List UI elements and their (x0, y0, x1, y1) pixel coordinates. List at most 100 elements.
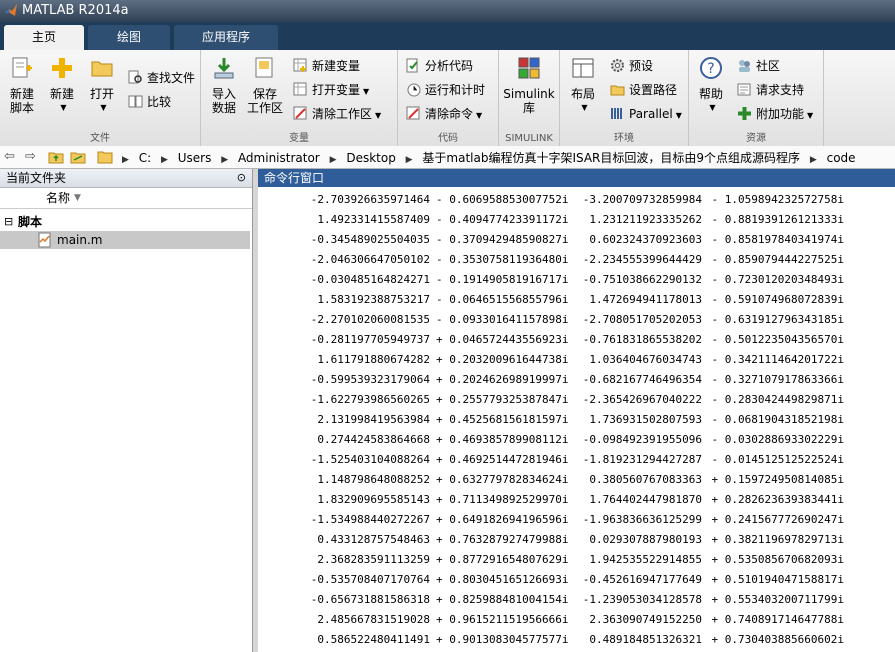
title-bar: MATLAB R2014a (0, 0, 895, 22)
output-line: 2.368283591113259 + 0.877291654807629i 1.9… (258, 550, 895, 570)
chevron-down-icon[interactable]: ▼ (676, 111, 682, 120)
output-line: -0.030485164824271 - 0.191490581916717i -0… (258, 270, 895, 290)
real-part: -2.234555399644429 (582, 253, 702, 266)
save-workspace-button[interactable]: 保存 工作区 (247, 56, 283, 115)
real-part: 1.472694941178013 (589, 293, 702, 306)
compare-button[interactable]: 比较 (128, 92, 171, 112)
real-part: -1.963836636125299 (582, 513, 702, 526)
forward-arrow-icon[interactable]: ⇨ (25, 149, 36, 164)
find-files-button[interactable]: 查找文件 (128, 68, 195, 88)
chevron-down-icon[interactable]: ▼ (476, 111, 482, 120)
chevron-down-icon[interactable]: ▼ (807, 111, 813, 120)
community-button[interactable]: 社区 (737, 56, 780, 76)
collapse-icon[interactable]: ⊟ (4, 213, 13, 231)
import-data-button[interactable]: 导入 数据 (209, 56, 239, 115)
imag-part: + 0.452568156181597i (436, 413, 569, 426)
output-line: 2.131998419563984 + 0.452568156181597i 1.7… (258, 410, 895, 430)
preferences-label: 预设 (629, 59, 654, 73)
clear-workspace-button[interactable]: 清除工作区 ▼ (293, 104, 381, 124)
chevron-down-icon[interactable]: ▼ (363, 87, 369, 96)
breadcrumb-item[interactable]: C: (139, 151, 151, 165)
breadcrumb-item[interactable]: Desktop (346, 151, 396, 165)
imag-part: + 0.535085670682093i (711, 553, 844, 566)
output-line: -0.345489025504035 - 0.370942948590827i 0.… (258, 230, 895, 250)
ribbon: 新建 脚本 新建 ▼ 打开 ▼ 查找文件 比较 文件 导入 数据 保存 工作区 … (0, 50, 895, 147)
help-icon: ? (700, 57, 722, 79)
simulink-library-label: Simulink 库 (503, 87, 555, 115)
imag-part: + 0.469385789908112i (436, 433, 569, 446)
imag-part: - 0.723012020348493i (711, 273, 844, 286)
simulink-library-button[interactable]: Simulink 库 (503, 56, 555, 115)
save-workspace-icon (255, 57, 273, 78)
real-part: -1.239053034128578 (582, 593, 702, 606)
breadcrumb-item[interactable]: Administrator (238, 151, 320, 165)
new-button[interactable]: 新建 ▼ (46, 56, 78, 115)
chevron-down-icon: ▼ (581, 103, 588, 112)
real-part: 1.231211923335262 (589, 213, 702, 226)
help-button[interactable]: ? 帮助 ▼ (695, 56, 727, 115)
command-window-header: 命令行窗口 (258, 169, 895, 187)
clear-workspace-label: 清除工作区 (312, 107, 373, 121)
open-variable-button[interactable]: 打开变量 ▼ (293, 80, 369, 100)
set-path-button[interactable]: 设置路径 (610, 80, 677, 100)
environment-section: 布局 ▼ 预设 设置路径 Parallel ▼ 环境 (560, 50, 689, 146)
output-line: -1.534988440272267 + 0.649182694196596i -1… (258, 510, 895, 530)
parallel-button[interactable]: Parallel ▼ (610, 104, 682, 124)
real-part: 0.380560767083363 (589, 473, 702, 486)
real-part: -0.452616947177649 (582, 573, 702, 586)
up-folder-icon[interactable] (48, 150, 64, 164)
resources-section: ? 帮助 ▼ 社区 请求支持 附加功能 ▼ 资源 (689, 50, 824, 146)
variable-section-label: 变量 (289, 133, 309, 144)
run-and-time-button[interactable]: 运行和计时 (406, 80, 485, 100)
add-ons-icon (738, 107, 751, 120)
layout-button[interactable]: 布局 ▼ (566, 56, 600, 115)
output-line: -1.622793986560265 + 0.255779325387847i -2… (258, 390, 895, 410)
name-column-header[interactable]: 名称 ▼ (0, 188, 252, 209)
imag-part: + 0.730403885660602i (711, 633, 844, 646)
chevron-down-icon[interactable]: ▼ (375, 111, 381, 120)
file-item-main-m[interactable]: main.m (0, 231, 250, 249)
panel-menu-icon[interactable]: ⊙ (237, 169, 246, 187)
real-part: 1.832909695585143 (317, 493, 430, 506)
imag-part: - 0.591074968072839i (711, 293, 844, 306)
imag-part: - 0.191490581916717i (436, 273, 569, 286)
new-variable-button[interactable]: 新建变量 (293, 56, 360, 76)
breadcrumb-item[interactable]: Users (178, 151, 212, 165)
request-support-button[interactable]: 请求支持 (737, 80, 804, 100)
real-part: 2.363090749152250 (589, 613, 702, 626)
imag-part: + 0.203200961644738i (436, 353, 569, 366)
preferences-button[interactable]: 预设 (610, 56, 653, 76)
new-variable-label: 新建变量 (312, 59, 361, 73)
analyze-code-button[interactable]: 分析代码 (406, 56, 473, 76)
folder-icon (91, 61, 113, 77)
breadcrumb-item[interactable]: 基于matlab编程仿真十字架ISAR目标回波，目标由9个点组成源码程序 (422, 151, 800, 165)
command-output[interactable]: -2.703926635971464 - 0.606958853007752i -3… (258, 188, 895, 652)
back-arrow-icon[interactable]: ⇦ (4, 149, 15, 164)
browse-folder-icon[interactable] (70, 150, 86, 164)
add-ons-button[interactable]: 附加功能 ▼ (737, 104, 813, 124)
tab-plots[interactable]: 绘图 (88, 25, 170, 50)
real-part: -1.819231294427287 (582, 453, 702, 466)
real-part: -0.535708407170764 (310, 573, 430, 586)
imag-part: - 0.014512512522524i (711, 453, 844, 466)
current-folder-header: 当前文件夹 ⊙ (0, 169, 252, 188)
new-script-icon (12, 57, 32, 78)
group-scripts[interactable]: ⊟ 脚本 (0, 213, 252, 231)
imag-part: - 1.059894232572758i (711, 193, 844, 206)
open-button[interactable]: 打开 ▼ (86, 56, 118, 115)
tab-apps[interactable]: 应用程序 (174, 25, 278, 50)
imag-part: + 0.803045165126693i (436, 573, 569, 586)
output-line: 1.148798648088252 + 0.632779782834624i 0.3… (258, 470, 895, 490)
output-line: 0.586522480411491 + 0.901308304577577i 0.4… (258, 630, 895, 650)
clear-commands-button[interactable]: 清除命令 ▼ (406, 104, 482, 124)
tab-home[interactable]: 主页 (4, 25, 84, 50)
command-window[interactable]: 命令行窗口 -2.703926635971464 - 0.606958853007… (258, 169, 895, 652)
real-part: 1.942535522914855 (589, 553, 702, 566)
imag-part: - 0.881939126121333i (711, 213, 844, 226)
new-script-button[interactable]: 新建 脚本 (6, 56, 38, 115)
output-line: -2.703926635971464 - 0.606958853007752i -3… (258, 190, 895, 210)
breadcrumb-item[interactable]: code (827, 151, 856, 165)
ribbon-tabs: 主页 绘图 应用程序 (0, 22, 895, 50)
output-line: -0.281197705949737 + 0.046572443556923i -0… (258, 330, 895, 350)
group-label: 脚本 (18, 215, 43, 229)
